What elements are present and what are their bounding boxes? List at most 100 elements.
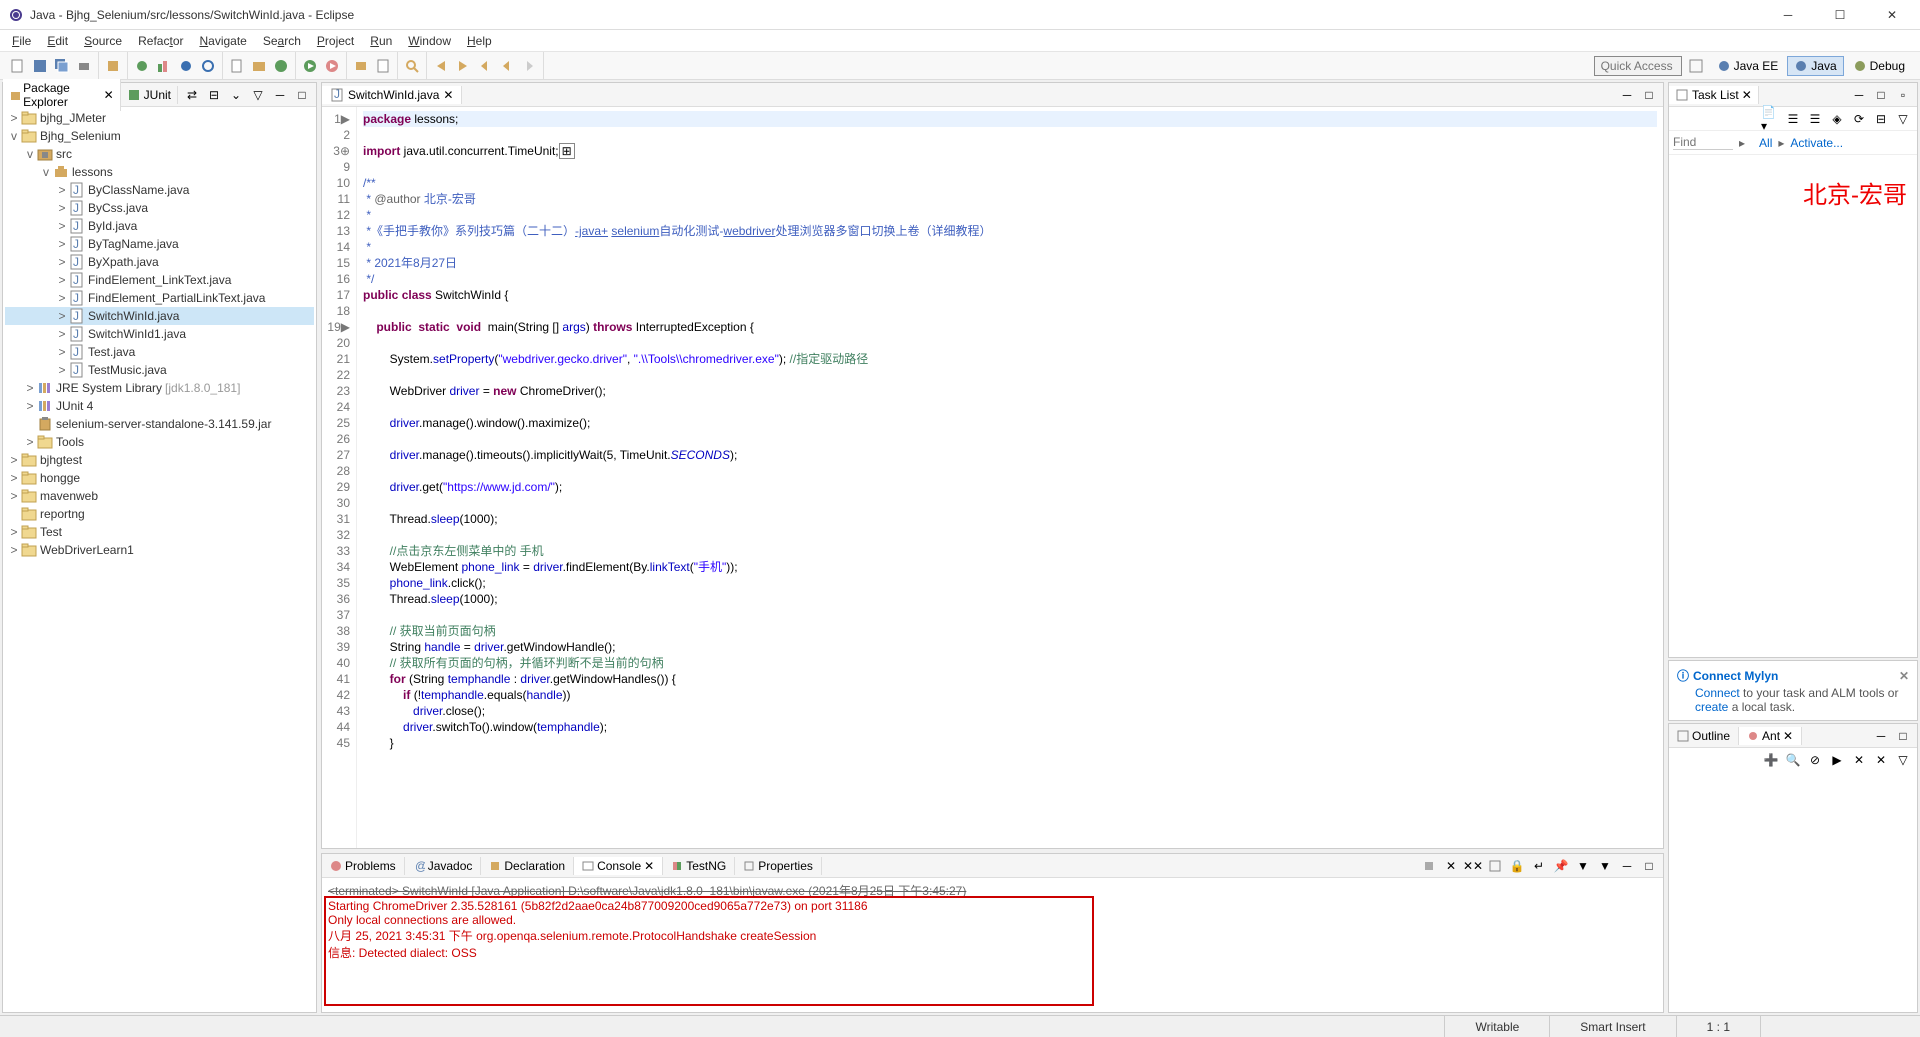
run-external-button[interactable] — [322, 56, 342, 76]
console-minimize-button[interactable]: ─ — [1617, 856, 1637, 876]
tree-toggle[interactable]: > — [55, 327, 69, 341]
back-button[interactable] — [497, 56, 517, 76]
task-minimize-button[interactable]: ─ — [1849, 85, 1869, 105]
testng-tab[interactable]: TestNG — [663, 857, 735, 875]
menu-project[interactable]: Project — [309, 32, 362, 50]
menu-navigate[interactable]: Navigate — [191, 32, 254, 50]
tree-toggle[interactable]: v — [7, 129, 21, 143]
tree-item[interactable]: >hongge — [5, 469, 314, 487]
tree-toggle[interactable]: > — [7, 525, 21, 539]
tree-toggle[interactable]: > — [7, 543, 21, 557]
editor-maximize-button[interactable]: □ — [1639, 85, 1659, 105]
next-annotation-button[interactable] — [453, 56, 473, 76]
tree-item[interactable]: >JById.java — [5, 217, 314, 235]
tree-item[interactable]: >WebDriverLearn1 — [5, 541, 314, 559]
view-menu-button[interactable]: ▽ — [248, 85, 268, 105]
tree-item[interactable]: >Test — [5, 523, 314, 541]
clear-console-button[interactable] — [1485, 856, 1505, 876]
remove-all-button[interactable]: ✕✕ — [1463, 856, 1483, 876]
new-button[interactable] — [8, 56, 28, 76]
console-output[interactable]: <terminated> SwitchWinId [Java Applicati… — [322, 878, 1663, 1012]
tree-toggle[interactable]: > — [7, 453, 21, 467]
tree-toggle[interactable]: > — [7, 489, 21, 503]
ant-view-menu-button[interactable]: ▽ — [1893, 750, 1913, 770]
link-editor-button[interactable]: ⊟ — [204, 85, 224, 105]
perspective-debug[interactable]: Debug — [1846, 56, 1912, 76]
build-button[interactable] — [103, 56, 123, 76]
toggle-breakpoint-button[interactable] — [176, 56, 196, 76]
outline-maximize-button[interactable]: □ — [1893, 726, 1913, 746]
last-edit-button[interactable] — [475, 56, 495, 76]
create-link[interactable]: create — [1695, 700, 1728, 714]
tree-toggle[interactable]: > — [55, 363, 69, 377]
tree-toggle[interactable]: > — [55, 273, 69, 287]
remove-launch-button[interactable]: ✕ — [1441, 856, 1461, 876]
close-icon[interactable]: ✕ — [1899, 669, 1909, 683]
remove-buildfile-button[interactable]: ✕ — [1849, 750, 1869, 770]
prev-annotation-button[interactable] — [431, 56, 451, 76]
tree-toggle[interactable]: > — [23, 381, 37, 395]
task-maximize-button[interactable]: □ — [1871, 85, 1891, 105]
tree-toggle[interactable]: > — [55, 345, 69, 359]
tree-toggle[interactable]: > — [55, 309, 69, 323]
run-target-button[interactable]: ▶ — [1827, 750, 1847, 770]
tree-item[interactable]: >bjhg_JMeter — [5, 109, 314, 127]
package-explorer-tab[interactable]: Package Explorer ✕ — [3, 79, 121, 111]
tree-toggle[interactable]: > — [7, 471, 21, 485]
ant-tab[interactable]: Ant ✕ — [1739, 727, 1802, 745]
console-maximize-button[interactable]: □ — [1639, 856, 1659, 876]
tree-item[interactable]: >JByXpath.java — [5, 253, 314, 271]
outline-tab[interactable]: Outline — [1669, 727, 1739, 745]
tree-toggle[interactable]: > — [55, 183, 69, 197]
save-all-button[interactable] — [52, 56, 72, 76]
package-tree[interactable]: >bjhg_JMetervBjhg_Seleniumvsrcvlessons>J… — [3, 107, 316, 1012]
tree-item[interactable]: >JUnit 4 — [5, 397, 314, 415]
save-button[interactable] — [30, 56, 50, 76]
outline-minimize-button[interactable]: ─ — [1871, 726, 1891, 746]
tree-toggle[interactable]: > — [55, 201, 69, 215]
tree-item[interactable]: selenium-server-standalone-3.141.59.jar — [5, 415, 314, 433]
scroll-lock-button[interactable]: 🔒 — [1507, 856, 1527, 876]
menu-search[interactable]: Search — [255, 32, 309, 50]
tree-toggle[interactable]: > — [7, 111, 21, 125]
display-console-button[interactable]: ▼ — [1573, 856, 1593, 876]
pin-console-button[interactable]: 📌 — [1551, 856, 1571, 876]
remove-all-buildfile-button[interactable]: ✕ — [1871, 750, 1891, 770]
tree-item[interactable]: vBjhg_Selenium — [5, 127, 314, 145]
tree-item[interactable]: >Tools — [5, 433, 314, 451]
editor-tab[interactable]: J SwitchWinId.java ✕ — [322, 86, 462, 104]
forward-button[interactable] — [519, 56, 539, 76]
all-link[interactable]: All — [1759, 136, 1772, 150]
focus-workweek-button[interactable]: ◈ — [1827, 109, 1847, 129]
terminate-button[interactable] — [1419, 856, 1439, 876]
code-editor[interactable]: 1▶23⊕910111213141516171819▶2021222324252… — [322, 107, 1663, 848]
synchronize-button[interactable]: ⟳ — [1849, 109, 1869, 129]
task-find-input[interactable] — [1673, 135, 1733, 150]
run-button[interactable] — [300, 56, 320, 76]
hide-internal-button[interactable]: ⊘ — [1805, 750, 1825, 770]
add-buildfile-button[interactable]: ➕ — [1761, 750, 1781, 770]
tree-item[interactable]: >JByCss.java — [5, 199, 314, 217]
word-wrap-button[interactable]: ↵ — [1529, 856, 1549, 876]
tree-toggle[interactable]: > — [55, 237, 69, 251]
tree-item[interactable]: >JByClassName.java — [5, 181, 314, 199]
collapse-all-button[interactable]: ⊟ — [1871, 109, 1891, 129]
new-class-button[interactable] — [271, 56, 291, 76]
close-tab-icon[interactable]: ✕ — [644, 859, 654, 873]
collapse-all-button[interactable]: ⇄ — [182, 85, 202, 105]
activate-link[interactable]: Activate... — [1790, 136, 1843, 150]
scheduled-button[interactable]: ☰ — [1805, 109, 1825, 129]
menu-refactor[interactable]: Refactor — [130, 32, 191, 50]
tree-item[interactable]: >mavenweb — [5, 487, 314, 505]
quick-access-input[interactable] — [1594, 56, 1682, 76]
tree-toggle[interactable]: > — [55, 291, 69, 305]
tree-item[interactable]: vsrc — [5, 145, 314, 163]
perspective-java[interactable]: Java — [1787, 56, 1843, 76]
console-tab[interactable]: Console ✕ — [574, 857, 663, 875]
open-perspective-button[interactable] — [1686, 56, 1706, 76]
problems-tab[interactable]: Problems — [322, 857, 405, 875]
tree-item[interactable]: >JRE System Library[jdk1.8.0_181] — [5, 379, 314, 397]
categorized-button[interactable]: ☰ — [1783, 109, 1803, 129]
tree-toggle[interactable]: > — [23, 399, 37, 413]
close-icon[interactable]: ✕ — [104, 88, 114, 102]
